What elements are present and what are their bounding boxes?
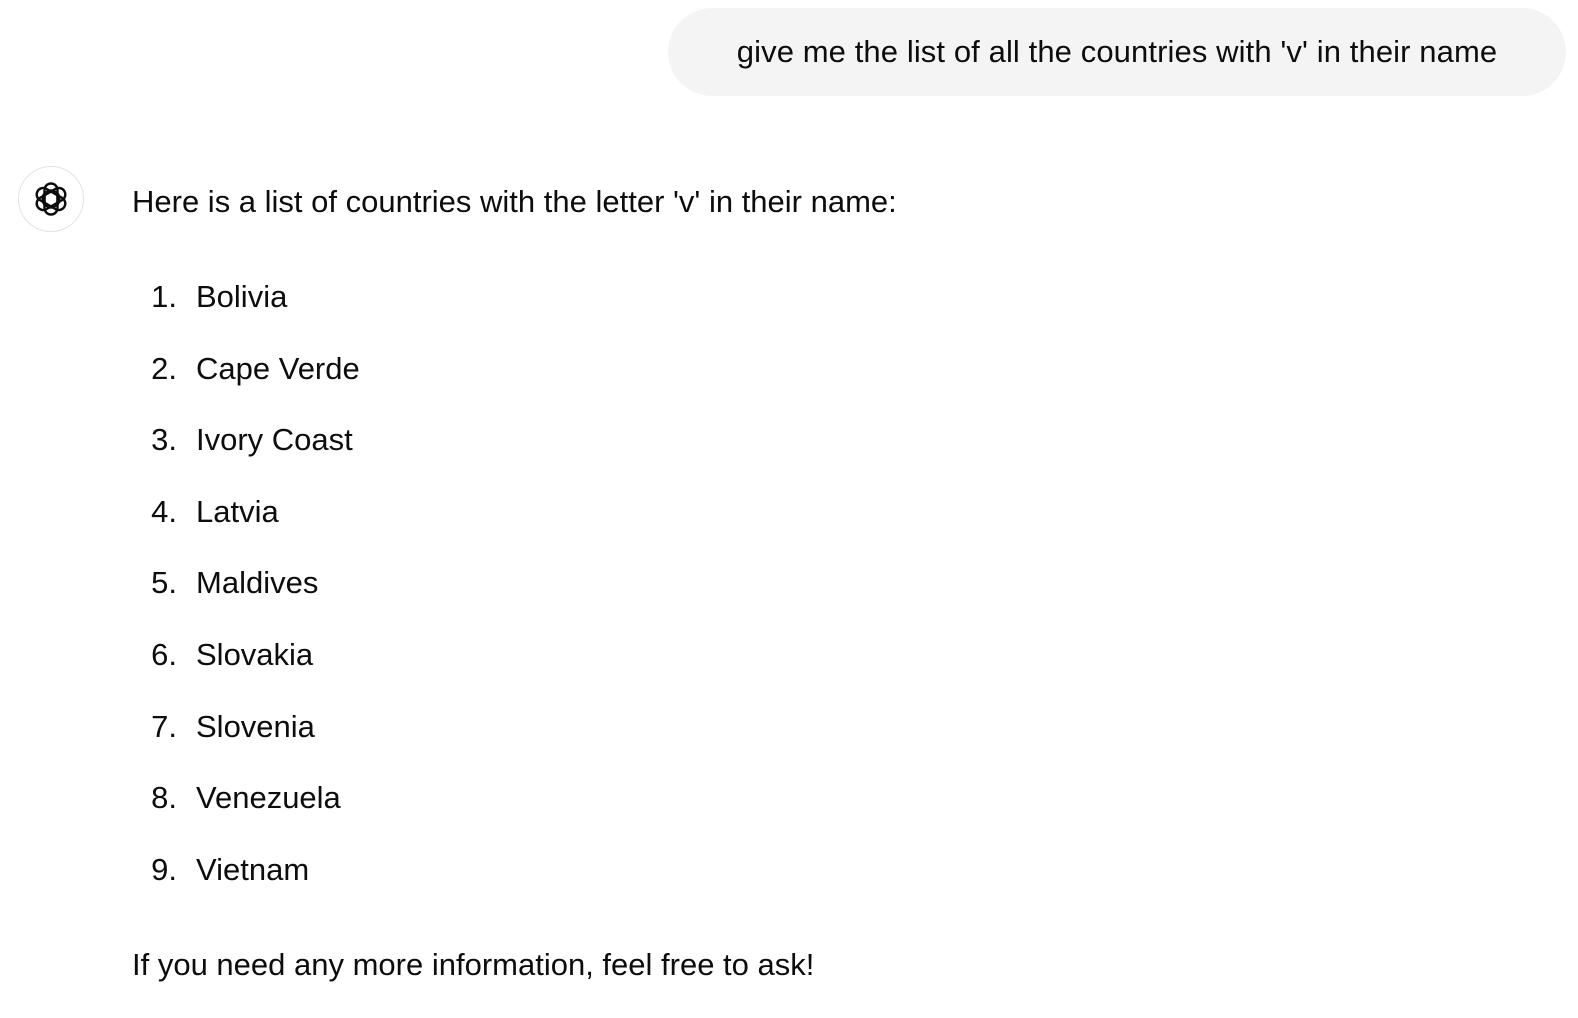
list-item: 6. Slovakia (132, 631, 360, 703)
list-item: 8. Venezuela (132, 774, 360, 846)
user-message-bubble: give me the list of all the countries wi… (668, 8, 1566, 96)
user-message-text: give me the list of all the countries wi… (736, 34, 1498, 69)
list-item: 9. Vietnam (132, 846, 360, 918)
list-item: 1. Bolivia (132, 273, 360, 345)
list-item: 2. Cape Verde (132, 345, 360, 417)
assistant-avatar (18, 166, 84, 232)
list-item-number: 2. (151, 350, 177, 386)
list-item-number: 5. (151, 565, 177, 601)
list-item-number: 1. (151, 279, 177, 314)
list-item-country: Venezuela (196, 780, 341, 816)
list-item-country: Ivory Coast (196, 422, 353, 458)
list-item-number: 3. (151, 422, 177, 458)
list-item-country: Vietnam (196, 851, 310, 887)
list-item-number: 9. (151, 851, 177, 887)
list-item-number: 4. (151, 493, 177, 529)
list-item: 5. Maldives (132, 559, 360, 631)
list-item: 7. Slovenia (132, 703, 360, 775)
openai-logo-icon (35, 182, 67, 216)
list-item-country: Bolivia (196, 279, 288, 314)
list-item-number: 7. (151, 708, 177, 744)
country-list: 1. Bolivia 2. Cape Verde 3. Ivory Coast … (132, 273, 360, 917)
assistant-outro-text: If you need any more information, feel f… (132, 947, 815, 982)
list-item-country: Slovakia (196, 636, 314, 672)
list-item: 3. Ivory Coast (132, 416, 360, 488)
list-item-number: 6. (151, 636, 177, 672)
assistant-intro-text: Here is a list of countries with the let… (132, 184, 897, 219)
list-item-country: Slovenia (196, 708, 315, 744)
list-item: 4. Latvia (132, 488, 360, 560)
list-item-number: 8. (151, 780, 177, 816)
list-item-country: Latvia (196, 493, 279, 529)
list-item-country: Cape Verde (196, 350, 360, 386)
list-item-country: Maldives (196, 565, 319, 601)
